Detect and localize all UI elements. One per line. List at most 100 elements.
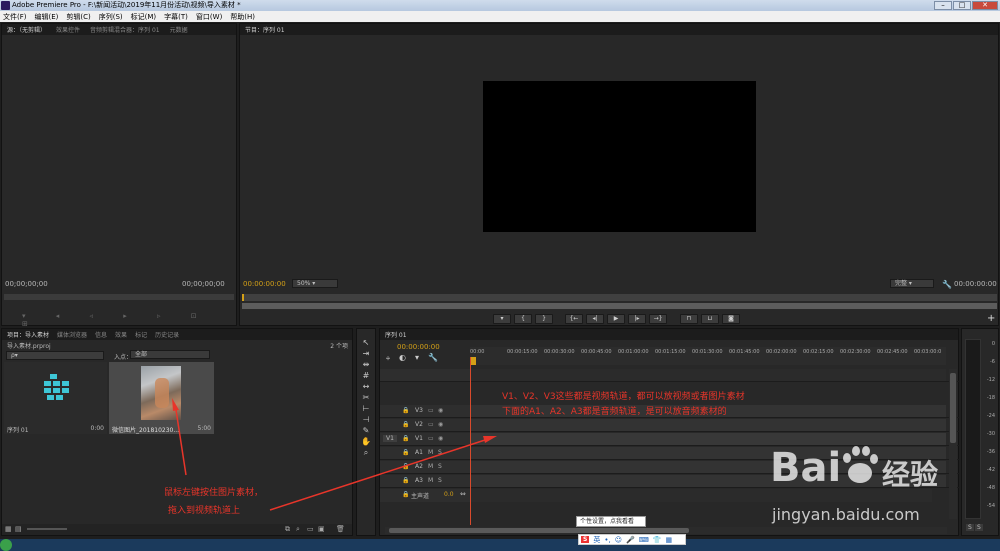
track-select-tool-icon[interactable]: ⇥	[360, 348, 372, 359]
solo-button[interactable]: S	[438, 449, 442, 456]
program-zoom-bar[interactable]	[242, 303, 997, 309]
emoji-icon[interactable]: ☺	[615, 536, 622, 544]
tab-audio-clip-mixer[interactable]: 音频剪辑混合器：序列 01	[90, 25, 160, 34]
tab-metadata[interactable]: 元数据	[170, 25, 188, 34]
zoom-tool-icon[interactable]: ⌕	[360, 447, 372, 458]
wrench-icon[interactable]: 🔧	[428, 353, 438, 365]
tab-project[interactable]: 项目：导入素材	[7, 330, 49, 339]
snap-icon[interactable]: ⧾	[386, 353, 390, 365]
lock-icon[interactable]: 🔒	[402, 407, 409, 414]
source-patch-v1[interactable]: V1	[383, 435, 397, 442]
ripple-edit-tool-icon[interactable]: ⇹	[360, 359, 372, 370]
tab-effect-controls[interactable]: 效果控件	[56, 25, 80, 34]
menu-file[interactable]: 文件(F)	[3, 12, 27, 22]
master-volume[interactable]: 0.0	[444, 491, 454, 498]
ime-lang-toggle[interactable]: 英	[593, 535, 600, 545]
close-button[interactable]: ✕	[972, 1, 998, 10]
extract-button[interactable]: ⊔	[701, 314, 719, 324]
hand-tool-icon[interactable]: ✋	[360, 436, 372, 447]
playhead-line[interactable]	[470, 357, 471, 525]
go-to-out-button[interactable]: →}	[649, 314, 667, 324]
timeline-vertical-scrollbar[interactable]	[949, 369, 957, 519]
meter-solo-right[interactable]: S	[975, 524, 983, 531]
sync-icon[interactable]: ▭	[428, 407, 434, 414]
mark-in-button[interactable]: {	[514, 314, 532, 324]
icon-view-icon[interactable]: ▤	[15, 525, 22, 533]
tab-source[interactable]: 源：（无剪辑）	[7, 25, 46, 34]
sync-icon[interactable]: ▭	[428, 421, 434, 428]
zoom-slider[interactable]	[27, 528, 67, 530]
playhead-marker[interactable]	[242, 294, 244, 301]
menu-help[interactable]: 帮助(H)	[230, 12, 255, 22]
expand-icon[interactable]: ⇔	[460, 490, 466, 498]
meter-solo-left[interactable]: S	[966, 524, 974, 531]
add-marker-button[interactable]: ▾	[493, 314, 511, 324]
minimize-button[interactable]: –	[934, 1, 952, 10]
menu-marker[interactable]: 标记(M)	[131, 12, 157, 22]
skin-icon[interactable]: 👕	[653, 536, 662, 544]
quality-select[interactable]: 完整 ▾	[890, 279, 934, 288]
tab-media-browser[interactable]: 媒体浏览器	[57, 330, 87, 339]
play-button[interactable]: ▶	[607, 314, 625, 324]
slide-tool-icon[interactable]: ⊣	[360, 414, 372, 425]
add-button-icon[interactable]: +	[987, 313, 995, 324]
linked-selection-icon[interactable]: ◐	[399, 353, 406, 365]
lock-icon[interactable]: 🔒	[402, 477, 409, 484]
menu-sequence[interactable]: 序列(S)	[99, 12, 123, 22]
lock-icon[interactable]: 🔒	[402, 449, 409, 456]
mark-out-button[interactable]: }	[535, 314, 553, 324]
search-input[interactable]: ρ▾	[6, 351, 104, 360]
timeline-timecode[interactable]: 00:00:00:00	[397, 343, 440, 351]
add-marker-icon[interactable]: ▾	[415, 353, 419, 365]
rate-stretch-tool-icon[interactable]: ↔	[360, 381, 372, 392]
new-item-icon[interactable]: ▣	[318, 525, 325, 533]
program-timecode[interactable]: 00:00:00:00	[243, 280, 286, 288]
toolbox-icon[interactable]: ▦	[666, 536, 673, 544]
lock-icon[interactable]: 🔒	[402, 435, 409, 442]
selection-tool-icon[interactable]: ↖	[360, 337, 372, 348]
list-view-icon[interactable]: ▦	[5, 525, 12, 533]
menu-window[interactable]: 窗口(W)	[196, 12, 222, 22]
keyboard-icon[interactable]: ⌨	[639, 536, 649, 544]
step-back-button[interactable]: ◂|	[586, 314, 604, 324]
slip-tool-icon[interactable]: ⊢	[360, 403, 372, 414]
mute-button[interactable]: M	[428, 449, 433, 456]
mute-button[interactable]: M	[428, 463, 433, 470]
source-transport-controls[interactable]: ▾ ◂ ◃ ▸ ▹ ⊡ ⊞	[22, 312, 222, 328]
tab-effects[interactable]: 效果	[115, 330, 127, 339]
tab-history[interactable]: 历史记录	[155, 330, 179, 339]
new-bin-icon[interactable]: ▭	[307, 525, 314, 533]
tab-sequence[interactable]: 序列 01	[385, 330, 407, 339]
export-frame-button[interactable]: ◙	[722, 314, 740, 324]
time-ruler[interactable]: 00:00 00:00:15:00 00:00:30:00 00:00:45:00 00…	[470, 347, 946, 365]
menu-title[interactable]: 字幕(T)	[164, 12, 188, 22]
lock-icon[interactable]: 🔒	[402, 463, 409, 470]
sync-icon[interactable]: ▭	[428, 435, 434, 442]
razor-tool-icon[interactable]: ✂	[360, 392, 372, 403]
zoom-select[interactable]: 50% ▾	[292, 279, 338, 288]
lock-icon[interactable]: 🔒	[402, 491, 409, 498]
solo-button[interactable]: S	[438, 477, 442, 484]
maximize-button[interactable]: □	[953, 1, 971, 10]
go-to-in-button[interactable]: {←	[565, 314, 583, 324]
mute-button[interactable]: M	[428, 477, 433, 484]
menu-clip[interactable]: 剪辑(C)	[66, 12, 90, 22]
tab-markers[interactable]: 标记	[135, 330, 147, 339]
pen-tool-icon[interactable]: ✎	[360, 425, 372, 436]
rolling-edit-tool-icon[interactable]: #	[360, 370, 372, 381]
lift-button[interactable]: ⊓	[680, 314, 698, 324]
project-item-image[interactable]: 微信图片_201810230... 5:00	[109, 362, 214, 434]
source-scrubber[interactable]	[4, 294, 234, 300]
program-scrubber[interactable]	[242, 294, 997, 301]
trash-icon[interactable]: 🗑	[336, 525, 345, 533]
eye-icon[interactable]: ◉	[438, 421, 443, 428]
voice-icon[interactable]: 🎤	[626, 536, 635, 544]
automate-icon[interactable]: ⧉	[285, 525, 290, 534]
sogou-logo-icon[interactable]: S	[581, 536, 590, 543]
tab-program[interactable]: 节目：序列 01	[245, 25, 285, 34]
solo-button[interactable]: S	[438, 463, 442, 470]
in-point-select[interactable]: 全部	[130, 350, 210, 359]
wrench-icon[interactable]: 🔧	[942, 280, 952, 289]
lock-icon[interactable]: 🔒	[402, 421, 409, 428]
eye-icon[interactable]: ◉	[438, 407, 443, 414]
